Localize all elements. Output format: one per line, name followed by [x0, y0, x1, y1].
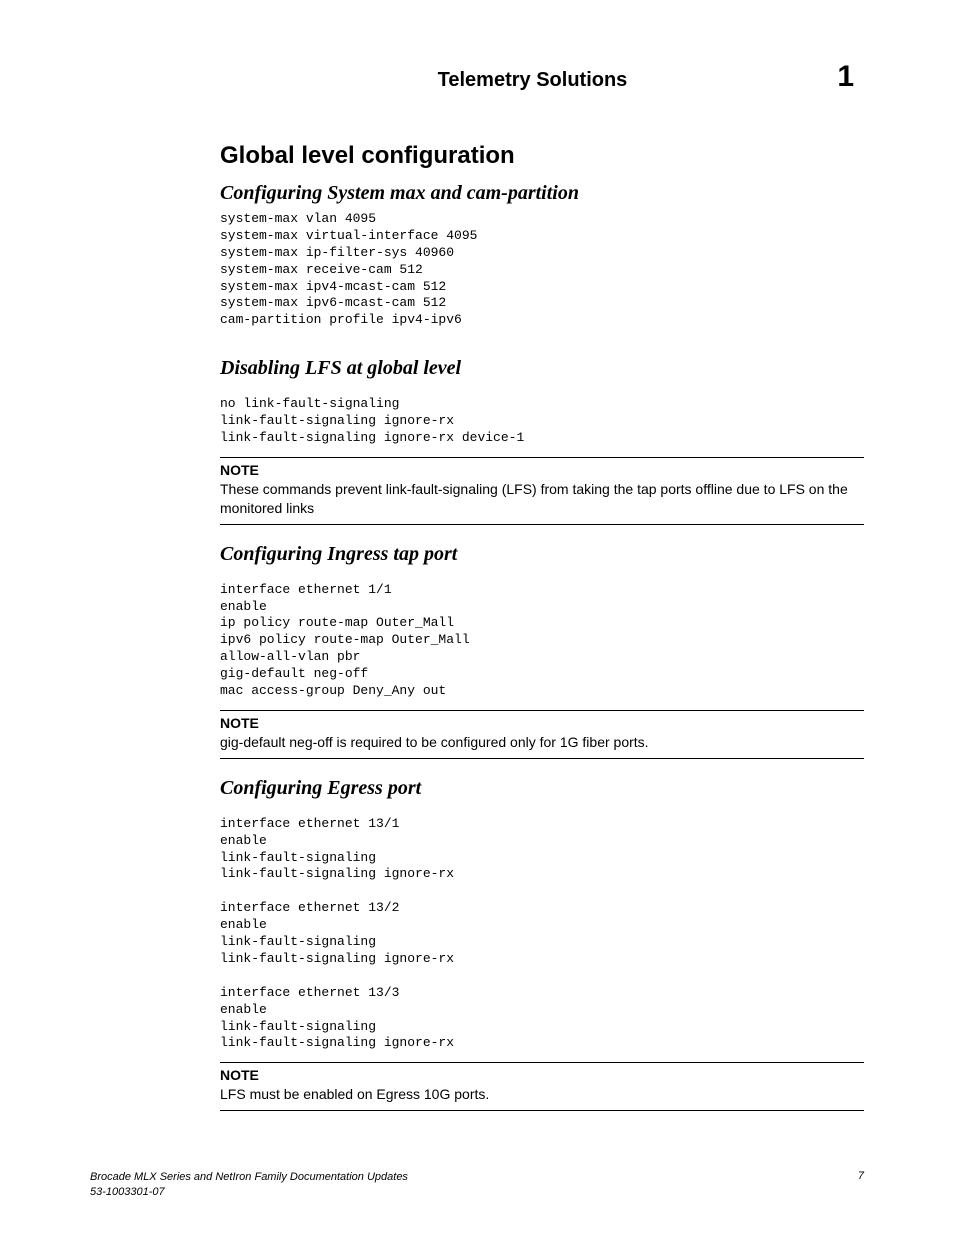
main-content: Global level configuration Configuring S…	[90, 142, 864, 1111]
heading-ingress-tap: Configuring Ingress tap port	[220, 543, 864, 566]
note-text: LFS must be enabled on Egress 10G ports.	[220, 1085, 864, 1104]
footer-doc-title: Brocade MLX Series and NetIron Family Do…	[90, 1170, 408, 1184]
code-system-max: system-max vlan 4095 system-max virtual-…	[220, 211, 864, 329]
note-text: gig-default neg-off is required to be co…	[220, 733, 864, 752]
footer-left: Brocade MLX Series and NetIron Family Do…	[90, 1170, 408, 1199]
heading-system-max: Configuring System max and cam-partition	[220, 182, 864, 205]
running-title: Telemetry Solutions	[438, 69, 628, 92]
chapter-number: 1	[837, 60, 854, 94]
note-block-lfs: NOTE These commands prevent link-fault-s…	[220, 457, 864, 525]
code-disabling-lfs: no link-fault-signaling link-fault-signa…	[220, 396, 864, 447]
code-egress: interface ethernet 13/1 enable link-faul…	[220, 816, 864, 1052]
footer-doc-id: 53-1003301-07	[90, 1185, 408, 1199]
heading-global-level: Global level configuration	[220, 142, 864, 170]
footer: Brocade MLX Series and NetIron Family Do…	[90, 1170, 864, 1199]
code-ingress-tap: interface ethernet 1/1 enable ip policy …	[220, 582, 864, 700]
heading-disabling-lfs: Disabling LFS at global level	[220, 357, 864, 380]
heading-egress: Configuring Egress port	[220, 777, 864, 800]
note-text: These commands prevent link-fault-signal…	[220, 480, 864, 518]
note-label: NOTE	[220, 715, 864, 731]
footer-page-number: 7	[858, 1170, 864, 1182]
note-label: NOTE	[220, 462, 864, 478]
running-header: Telemetry Solutions 1	[90, 60, 864, 94]
note-label: NOTE	[220, 1067, 864, 1083]
note-block-ingress: NOTE gig-default neg-off is required to …	[220, 710, 864, 759]
note-block-egress: NOTE LFS must be enabled on Egress 10G p…	[220, 1062, 864, 1111]
